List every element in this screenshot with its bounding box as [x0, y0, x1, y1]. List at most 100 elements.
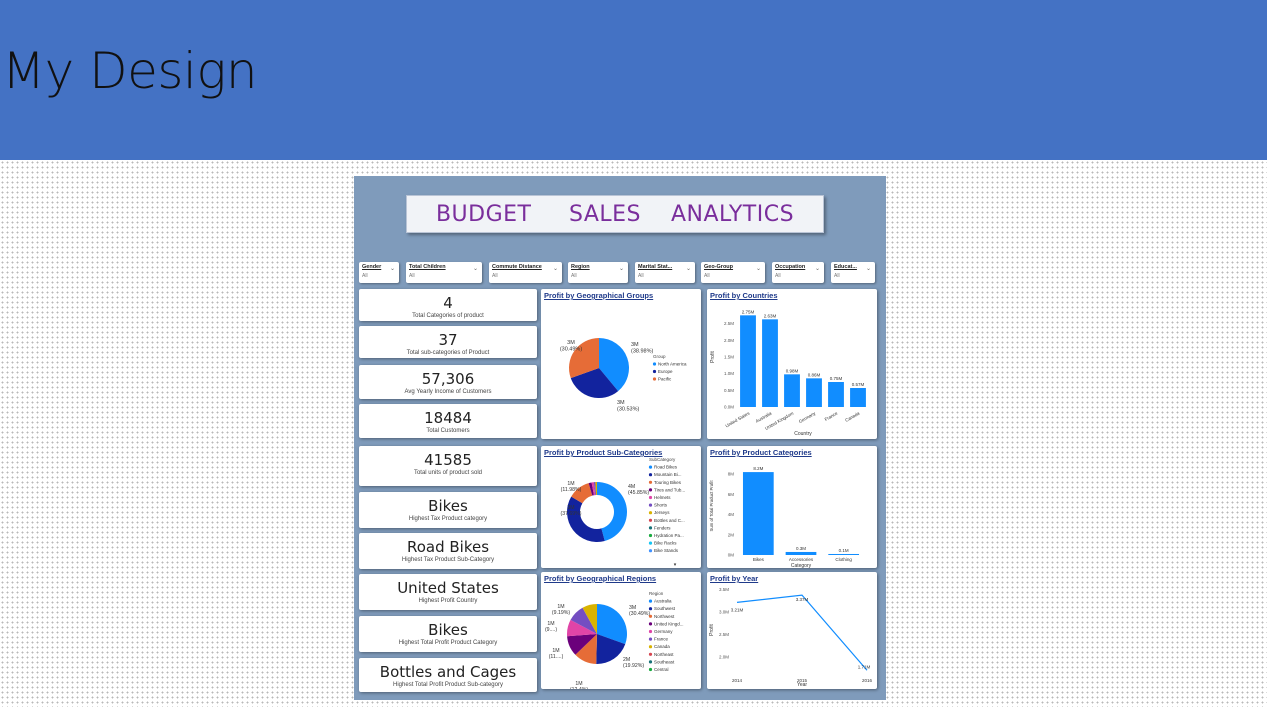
legend-entry: Road Bikes	[654, 465, 678, 470]
kpi-card: 57,306 Avg Yearly Income of Customers	[359, 365, 537, 399]
y-tick-label: 2.5M	[719, 632, 729, 637]
data-label: 2.63M	[764, 313, 777, 318]
slicer-dropdown[interactable]: Commute Distance All ⌄	[489, 262, 562, 283]
dashboard-screenshot: BUDGET SALES ANALYTICS Gender All ⌄ Total C…	[354, 176, 886, 700]
legend-marker	[648, 503, 653, 507]
data-label: 0.98M	[786, 368, 799, 373]
bar	[742, 472, 774, 555]
legend-entry: Northwest	[654, 614, 675, 619]
data-label: 1M (9....)	[545, 621, 557, 633]
y-tick-label: 2M	[728, 532, 735, 537]
y-axis-label: Sum of Total Product Profit	[709, 480, 714, 532]
legend-entry: Touring Bikes	[654, 480, 682, 485]
data-label: 1M (11....)	[549, 648, 564, 660]
kpi-card: 18484 Total Customers	[359, 404, 537, 438]
data-label: 0.75M	[830, 376, 843, 381]
slicer-dropdown[interactable]: Region All ⌄	[568, 262, 628, 283]
x-tick-label: Accessories	[789, 557, 814, 562]
legend-marker	[652, 362, 657, 366]
bar	[828, 382, 844, 407]
chevron-down-icon: ⌄	[755, 266, 761, 272]
slicer-value: All	[638, 273, 644, 279]
legend-marker	[648, 645, 653, 649]
legend-entry: Hydration Pa...	[654, 533, 684, 538]
bar	[806, 378, 822, 407]
kpi-value: 4	[443, 294, 453, 312]
slicer-label: Commute Distance	[492, 264, 542, 270]
y-tick-label: 4M	[728, 512, 735, 517]
slicer-value: All	[362, 273, 368, 279]
data-label: 0.1M	[839, 548, 849, 553]
x-axis-label: Year	[797, 682, 807, 688]
legend-marker	[648, 599, 653, 603]
data-label: 4M (45.85%)	[628, 484, 649, 496]
y-tick-label: 1.5M	[724, 355, 734, 360]
bar	[784, 374, 800, 407]
data-label: 3.21M	[731, 607, 744, 612]
data-label: 3M (38.98%)	[631, 342, 653, 355]
chevron-down-icon: ⌄	[618, 266, 624, 272]
slicer-dropdown[interactable]: Gender All ⌄	[359, 262, 399, 283]
bar	[828, 553, 860, 555]
legend-marker	[648, 495, 653, 500]
legend-entry: Jerseys	[654, 510, 670, 515]
countries-chart-panel: Profit by Countries 0.0M 0.5M 1.0M 1.5M 2.0M…	[707, 289, 877, 439]
kpi-card: 41585 Total units of product sold	[359, 446, 537, 486]
y-tick-label: 0M	[728, 553, 735, 558]
x-tick-label: United States	[725, 410, 752, 428]
y-tick-label: 0.0M	[724, 405, 734, 410]
slicer-value: All	[492, 273, 498, 279]
bar	[850, 388, 866, 407]
legend-marker	[648, 526, 653, 530]
legend-entry: Shorts	[654, 503, 668, 508]
y-axis-label: Profit	[710, 351, 716, 363]
slicer-dropdown[interactable]: Marital Stat... All ⌄	[635, 262, 695, 283]
legend-marker	[648, 622, 653, 626]
legend-marker	[648, 637, 653, 641]
x-tick-label: Germany	[798, 410, 817, 424]
legend-entry: United Kingd...	[654, 621, 684, 626]
chevron-down-icon: ⌄	[814, 266, 820, 272]
data-label: 2.75M	[742, 309, 755, 314]
slicer-value: All	[775, 273, 781, 279]
slide-title: My Design	[2, 42, 258, 100]
kpi-card: Road Bikes Highest Tax Product Sub-Catego…	[359, 533, 537, 569]
categories-chart-panel: Profit by Product Categories 0M 2M 4M 6M 8M 8…	[707, 446, 877, 568]
kpi-value: Bikes	[428, 497, 468, 515]
legend-marker	[648, 614, 653, 618]
y-tick-label: 0.5M	[724, 388, 734, 393]
x-tick-label: Canada	[844, 410, 861, 422]
chevron-down-icon: ⌄	[552, 266, 558, 272]
legend-entry: Australia	[654, 599, 672, 604]
slicer-value: All	[834, 273, 840, 279]
legend-marker	[648, 660, 653, 664]
legend-title: Region	[649, 591, 664, 596]
slicer-dropdown[interactable]: Occupation All ⌄	[772, 262, 824, 283]
legend-entry: Pacific	[658, 377, 672, 382]
legend-marker	[648, 533, 653, 538]
kpi-card: 4 Total Categories of product	[359, 289, 537, 321]
legend-entry: Fenders	[654, 525, 671, 530]
legend-marker	[652, 377, 657, 381]
scroll-down-icon: ▾	[674, 562, 677, 568]
slicer-dropdown[interactable]: Total Children All ⌄	[406, 262, 482, 283]
legend-marker	[652, 369, 657, 374]
data-label: 0.3M	[796, 546, 806, 551]
slicer-dropdown[interactable]: Educat... All ⌄	[831, 262, 875, 283]
kpi-value: 37	[438, 331, 458, 349]
slicer-value: All	[704, 273, 710, 279]
chevron-down-icon: ⌄	[865, 266, 871, 272]
legend-marker	[648, 652, 653, 656]
kpi-label: Highest Total Profit Product Sub-categor…	[393, 682, 503, 688]
legend-marker	[648, 473, 653, 477]
data-label: 1M(12.4%)	[570, 681, 588, 689]
legend-entry: Bike Stands	[654, 548, 679, 553]
y-tick-label: 3.5M	[719, 587, 729, 592]
kpi-card: United States Highest Profit Country	[359, 574, 537, 610]
slicer-dropdown[interactable]: Geo-Group All ⌄	[701, 262, 765, 283]
subcategories-chart-panel: Profit by Product Sub-Categories 4M (45.8…	[541, 446, 701, 568]
kpi-label: Highest Total Profit Product Category	[398, 640, 498, 646]
x-tick-label: 2016	[862, 678, 873, 683]
bar	[740, 315, 756, 407]
x-tick-label: Australia	[755, 410, 773, 423]
